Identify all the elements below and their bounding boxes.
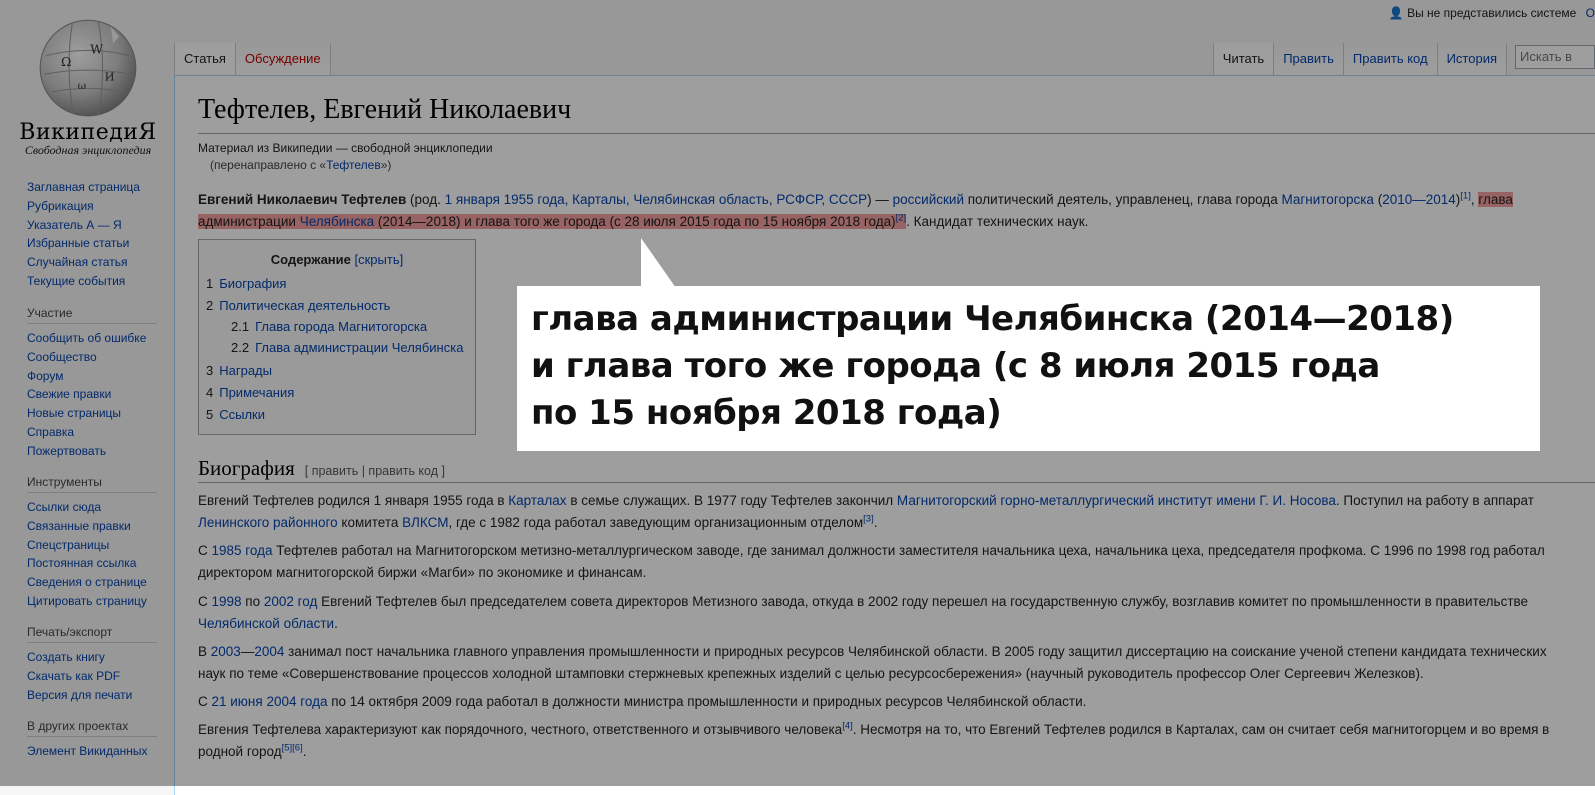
callout-line: глава администрации Челябинска (2014—201… <box>531 299 1454 339</box>
callout-line: и глава того же города (с 8 июля 2015 го… <box>531 346 1380 386</box>
callout-pointer <box>641 238 676 288</box>
callout-line: по 15 ноября 2018 года) <box>531 393 1002 433</box>
callout-text: глава администрации Челябинска (2014—201… <box>531 296 1454 437</box>
